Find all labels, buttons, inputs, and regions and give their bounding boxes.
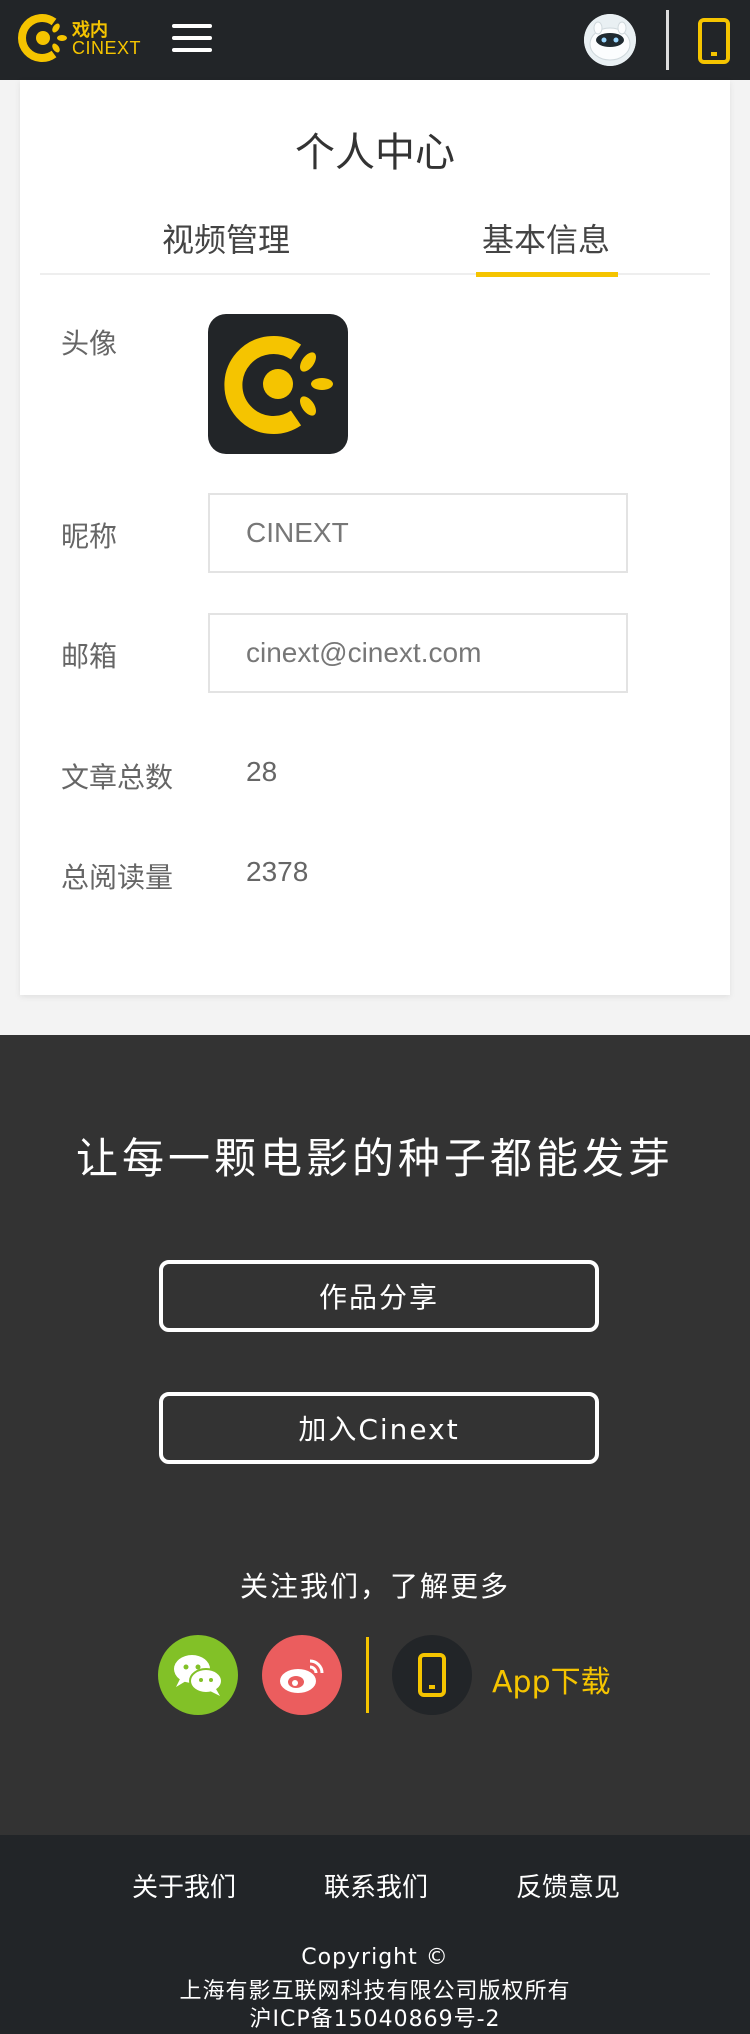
icp-text: 沪ICP备15040869号-2 [249,2007,501,2032]
footer-link-contact[interactable]: 联系我们 [324,1867,428,1904]
social-divider [366,1637,369,1713]
phone-icon[interactable] [698,18,730,64]
share-works-button[interactable]: 作品分享 [159,1260,599,1332]
articles-count-label: 文章总数 [61,761,174,794]
cinext-logo-icon [18,14,67,62]
email-input[interactable]: cinext@cinext.com [208,613,628,693]
page-title: 个人中心 [295,130,455,176]
join-cinext-button[interactable]: 加入Cinext [159,1392,599,1464]
profile-avatar[interactable] [208,314,348,454]
nickname-input[interactable]: CINEXT [208,493,628,573]
profile-tabs: 视频管理 基本信息 [40,215,710,277]
user-avatar[interactable] [584,14,636,66]
tab-basic-info[interactable]: 基本信息 [482,215,610,273]
avatar-label: 头像 [61,327,118,360]
site-footer: 关于我们 联系我们 反馈意见 Copyright © 上海有影互联网科技有限公司… [0,1835,750,2034]
robot-avatar-icon [584,14,636,66]
tab-video-management[interactable]: 视频管理 [162,215,290,273]
slogan: 让每一颗电影的种子都能发芽 [75,1134,674,1183]
profile-card: 个人中心 视频管理 基本信息 头像 昵称 CINEXT 邮箱 cinext@ci… [20,80,730,995]
follow-us-text: 关注我们，了解更多 [239,1570,510,1603]
footer-link-about[interactable]: 关于我们 [132,1867,236,1904]
cinext-logo[interactable]: 戏内 CINEXT [18,10,142,70]
promo-section: 让每一颗电影的种子都能发芽 作品分享 加入Cinext 关注我们，了解更多 Ap… [0,1035,750,1835]
logo-english-text: CINEXT [72,38,142,58]
header-divider [666,10,669,70]
active-tab-indicator [476,272,618,277]
hamburger-menu-icon[interactable] [172,24,212,56]
total-reads-value: 2378 [246,856,309,887]
articles-count-value: 28 [246,756,278,787]
app-download-icon[interactable] [392,1635,472,1715]
top-header: 戏内 CINEXT [0,0,750,80]
weibo-icon[interactable] [262,1635,342,1715]
email-label: 邮箱 [61,640,118,673]
wechat-icon[interactable] [158,1635,238,1715]
cinext-logo-icon [224,336,333,434]
total-reads-label: 总阅读量 [61,861,174,894]
nickname-label: 昵称 [61,520,118,553]
app-download-link[interactable]: App下载 [492,1657,611,1701]
copyright-text: Copyright © [301,1945,449,1970]
footer-link-feedback[interactable]: 反馈意见 [516,1867,620,1904]
